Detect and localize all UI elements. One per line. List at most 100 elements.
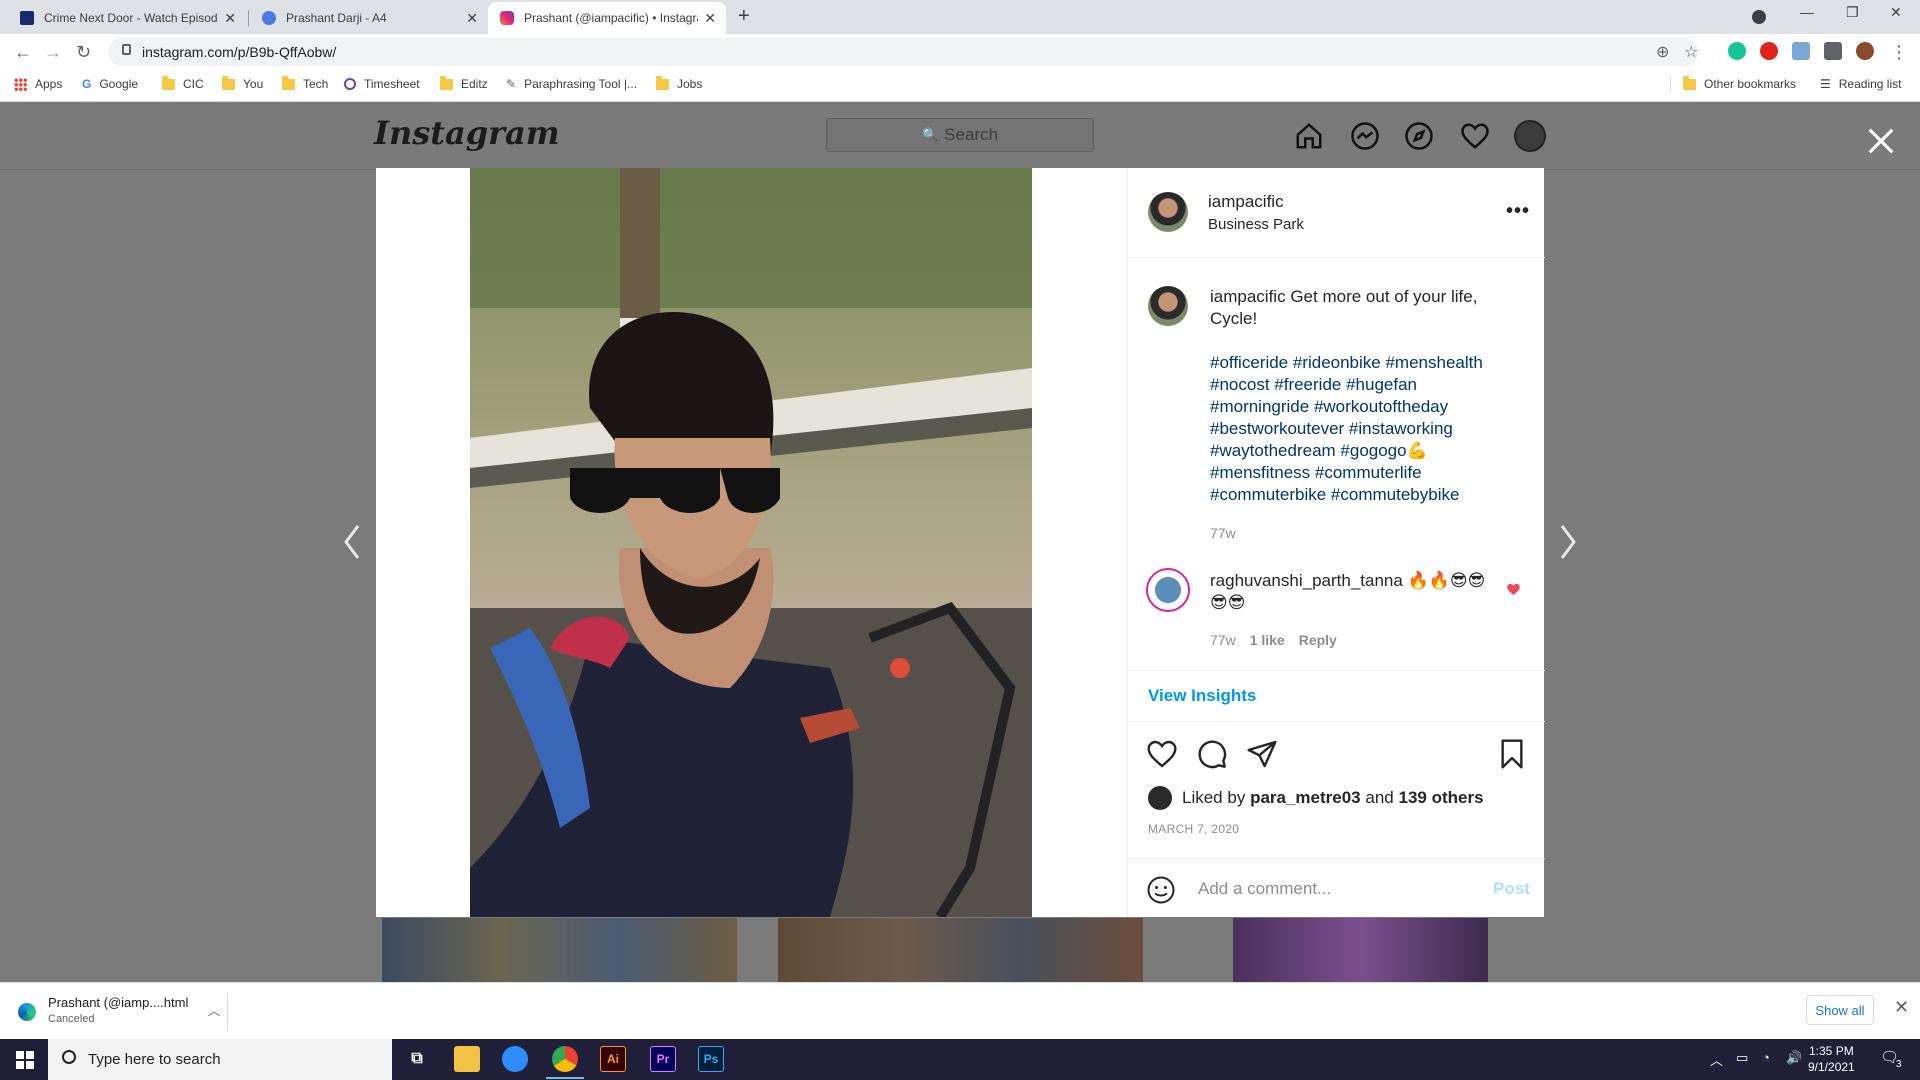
show-all-downloads-button[interactable]: Show all xyxy=(1806,995,1874,1025)
activity-heart-icon[interactable] xyxy=(1460,121,1490,151)
comment-bubble-icon[interactable] xyxy=(1196,738,1228,770)
other-bookmarks[interactable]: Other bookmarks xyxy=(1670,75,1796,91)
share-paper-plane-icon[interactable] xyxy=(1246,738,1278,770)
comment-timestamp[interactable]: 77w xyxy=(1210,632,1236,648)
download-bar: Prashant (@iamp....html Canceled ︿ Show … xyxy=(0,982,1920,1039)
grid-thumbnail[interactable] xyxy=(778,918,1143,984)
search-icon xyxy=(62,1050,76,1064)
window-close-icon[interactable]: ✕ xyxy=(1890,4,1902,21)
comment-reply-button[interactable]: Reply xyxy=(1299,632,1337,648)
bookmark-timesheet[interactable]: Timesheet xyxy=(344,77,420,91)
wifi-icon[interactable]: ◔ xyxy=(1762,1050,1770,1065)
more-options-icon[interactable]: ••• xyxy=(1506,200,1530,223)
save-bookmark-icon[interactable] xyxy=(1496,738,1528,770)
zoom-icon[interactable]: ⊕ xyxy=(1656,42,1669,62)
chrome-icon[interactable] xyxy=(546,1046,584,1079)
tab-close-icon[interactable]: ✕ xyxy=(704,10,716,27)
illustrator-icon[interactable]: Ai xyxy=(600,1046,626,1072)
profile-avatar[interactable] xyxy=(1514,120,1546,152)
author-username[interactable]: iampacific xyxy=(1208,192,1284,212)
file-explorer-icon[interactable] xyxy=(454,1046,480,1072)
view-insights-link[interactable]: View Insights xyxy=(1148,686,1256,706)
tab-close-icon[interactable]: ✕ xyxy=(466,10,478,27)
profile-dropdown-icon[interactable] xyxy=(1752,10,1766,24)
windows-start-icon[interactable] xyxy=(16,1051,34,1069)
author-avatar[interactable] xyxy=(1148,192,1188,232)
instagram-logo[interactable]: Instagram xyxy=(374,114,560,152)
post-date[interactable]: MARCH 7, 2020 xyxy=(1148,822,1239,836)
tab-instagram[interactable]: Prashant (@iampacific) • Instagra ✕ xyxy=(488,2,726,34)
post-caption: iampacific Get more out of your life, Cy… xyxy=(1210,286,1520,544)
tab-crime-next-door[interactable]: Crime Next Door - Watch Episod ✕ xyxy=(8,2,246,34)
minimize-icon[interactable]: — xyxy=(1800,4,1814,20)
comment-like-heart-icon[interactable] xyxy=(1506,582,1521,597)
bookmark-star-icon[interactable]: ☆ xyxy=(1684,42,1698,62)
comment-username[interactable]: raghuvanshi_parth_tanna xyxy=(1210,571,1403,590)
bookmark-apps[interactable]: Apps xyxy=(14,77,62,91)
explore-compass-icon[interactable] xyxy=(1404,121,1434,151)
teamviewer-icon[interactable] xyxy=(502,1046,528,1072)
profile-avatar-icon[interactable] xyxy=(1856,42,1874,60)
post-comment-button[interactable]: Post xyxy=(1493,879,1530,899)
home-icon[interactable] xyxy=(1294,121,1324,151)
task-view-icon[interactable]: ⧉ xyxy=(404,1046,430,1072)
photoshop-icon[interactable]: Ps xyxy=(698,1046,724,1072)
folder-icon xyxy=(222,75,235,90)
caption-timestamp[interactable]: 77w xyxy=(1210,522,1520,544)
caption-author-avatar[interactable] xyxy=(1148,286,1188,326)
grammarly-extension-icon[interactable] xyxy=(1728,42,1746,60)
download-item[interactable]: Prashant (@iamp....html Canceled ︿ xyxy=(18,993,228,1031)
address-bar[interactable]: instagram.com/p/B9b-QffAobw/ ⊕ ☆ xyxy=(108,38,1698,66)
close-download-bar-icon[interactable]: ✕ xyxy=(1894,997,1909,1018)
opera-extension-icon[interactable] xyxy=(1760,42,1778,60)
like-heart-icon[interactable] xyxy=(1146,738,1178,770)
previous-post-arrow-icon[interactable] xyxy=(342,522,362,562)
premiere-icon[interactable]: Pr xyxy=(650,1046,676,1072)
commenter-avatar[interactable] xyxy=(1146,568,1190,612)
color-picker-extension-icon[interactable] xyxy=(1792,42,1810,60)
tab-title: Prashant (@iampacific) • Instagra xyxy=(524,11,699,25)
chevron-up-icon[interactable]: ︿ xyxy=(208,1002,220,1019)
grid-thumbnail[interactable] xyxy=(382,918,737,984)
system-clock[interactable]: 1:35 PM 9/1/2021 xyxy=(1808,1043,1855,1075)
bookmark-jobs[interactable]: Jobs xyxy=(656,75,702,91)
search-input[interactable]: 🔍 Search xyxy=(826,118,1094,152)
bookmark-you[interactable]: You xyxy=(222,75,263,91)
next-post-arrow-icon[interactable] xyxy=(1558,522,1578,562)
bookmark-editz[interactable]: Editz xyxy=(440,75,488,91)
extensions-puzzle-icon[interactable] xyxy=(1824,42,1842,60)
add-comment-input[interactable]: Add a comment... xyxy=(1198,879,1331,899)
back-icon[interactable]: ← xyxy=(14,42,32,63)
bookmark-tech[interactable]: Tech xyxy=(282,75,328,91)
post-sidebar: iampacific Business Park ••• iampacific … xyxy=(1127,168,1545,917)
volume-icon[interactable]: 🔊 xyxy=(1786,1050,1802,1066)
forward-icon[interactable]: → xyxy=(44,42,62,63)
post-header: iampacific Business Park ••• xyxy=(1128,168,1545,258)
reload-icon[interactable]: ↻ xyxy=(76,42,91,63)
grid-thumbnail[interactable] xyxy=(1233,918,1488,984)
taskbar-search-box[interactable]: Type here to search xyxy=(48,1039,392,1080)
bookmark-paraphrasing-tool[interactable]: ✎ Paraphrasing Tool |... xyxy=(506,77,637,91)
caption-username[interactable]: iampacific xyxy=(1210,287,1286,306)
post-photo[interactable] xyxy=(470,168,1032,917)
bookmark-cic[interactable]: CIC xyxy=(162,75,204,91)
show-hidden-icons-icon[interactable]: ︿ xyxy=(1710,1050,1723,1069)
comment-likes-count[interactable]: 1 like xyxy=(1250,632,1285,648)
battery-icon[interactable]: ▭ xyxy=(1736,1050,1748,1066)
messenger-icon[interactable] xyxy=(1350,121,1380,151)
liker-username[interactable]: para_metre03 xyxy=(1250,788,1361,808)
folder-icon xyxy=(162,75,175,90)
new-tab-icon[interactable]: + xyxy=(738,5,750,28)
emoji-smiley-icon[interactable] xyxy=(1146,875,1176,905)
caption-hashtags[interactable]: #officeride #rideonbike #menshealth #noc… xyxy=(1210,352,1520,506)
post-location[interactable]: Business Park xyxy=(1208,216,1304,233)
tab-prashant-darji[interactable]: Prashant Darji - A4 ✕ xyxy=(250,2,488,34)
liker-avatar[interactable] xyxy=(1148,786,1172,810)
reading-list[interactable]: ☰ Reading list xyxy=(1820,77,1901,91)
tab-close-icon[interactable]: ✕ xyxy=(224,10,236,27)
restore-icon[interactable]: ❐ xyxy=(1846,4,1859,21)
close-modal-icon[interactable] xyxy=(1866,126,1896,156)
bookmark-google[interactable]: G Google xyxy=(82,77,138,91)
likes-others-link[interactable]: 139 others xyxy=(1398,788,1483,808)
menu-kebab-icon[interactable]: ⋮ xyxy=(1890,42,1908,63)
